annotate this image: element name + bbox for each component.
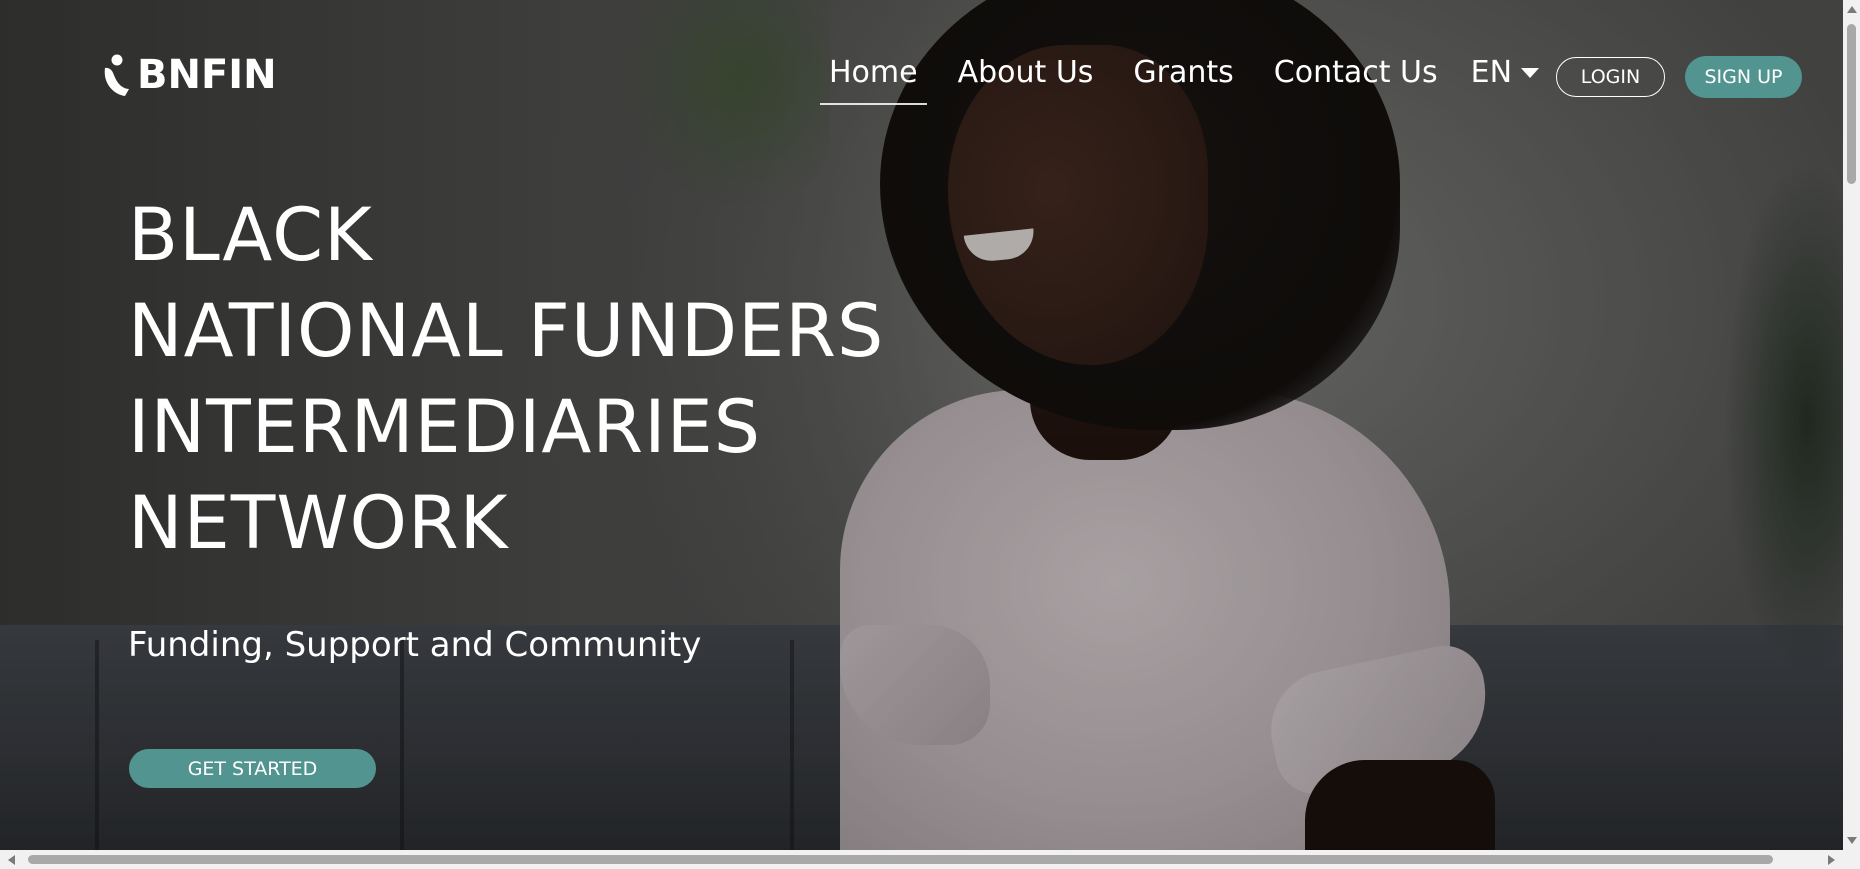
vertical-scrollbar-thumb[interactable] [1847,24,1856,184]
login-button[interactable]: LOGIN [1556,57,1665,97]
scroll-down-arrow-icon[interactable] [1847,837,1857,844]
person-logo-icon [103,54,131,96]
main-nav: Home About Us Grants Contact Us EN [820,55,1540,108]
signup-button[interactable]: SIGN UP [1685,56,1802,98]
page-viewport: BNFIN Home About Us Grants Contact Us EN… [0,0,1843,850]
hero-title-line: INTERMEDIARIES [128,385,762,470]
nav-item-about-us[interactable]: About Us [949,55,1103,108]
language-selector[interactable]: EN [1471,55,1540,108]
horizontal-scrollbar[interactable] [0,850,1843,869]
language-label: EN [1470,55,1513,90]
hero-title: BLACK NATIONAL FUNDERS INTERMEDIARIES NE… [128,188,884,572]
hero-subtitle: Funding, Support and Community [128,625,702,665]
horizontal-scrollbar-thumb[interactable] [28,855,1773,864]
brand-logo[interactable]: BNFIN [103,54,277,96]
vertical-scrollbar[interactable] [1843,0,1860,850]
hero-title-line: BLACK [128,193,373,278]
hero-title-line: NETWORK [128,481,509,566]
nav-item-contact-us[interactable]: Contact Us [1265,55,1447,108]
brand-name: BNFIN [137,52,277,98]
nav-item-grants[interactable]: Grants [1124,55,1242,108]
scroll-right-arrow-icon[interactable] [1828,855,1835,865]
caret-down-icon [1521,67,1540,78]
get-started-button[interactable]: GET STARTED [129,749,376,788]
scroll-up-arrow-icon[interactable] [1847,6,1857,13]
hero-title-line: NATIONAL FUNDERS [128,289,885,374]
scroll-left-arrow-icon[interactable] [8,855,15,865]
scrollbar-corner [1843,850,1860,869]
nav-item-home[interactable]: Home [820,55,927,108]
